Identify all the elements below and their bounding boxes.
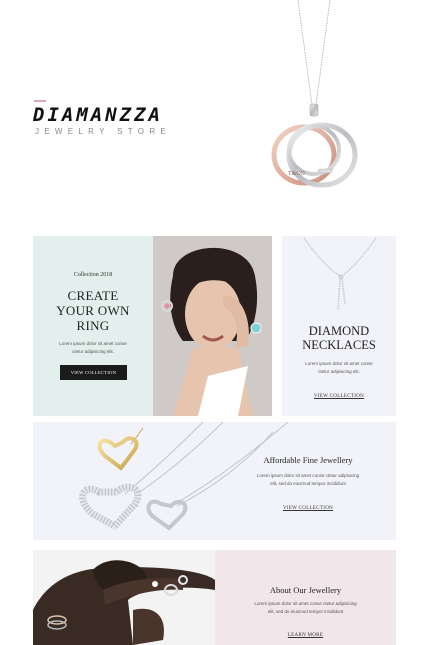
view-collection-link-afford[interactable]: VIEW COLLECTION — [243, 496, 373, 514]
promo-afford-card[interactable]: Affordable Fine Jewellery Lorem ipsum do… — [33, 422, 396, 540]
promo-afford-desc-line2: elit, sed do eiusmod tempor incididunt — [270, 481, 346, 486]
hero-pendant-image: T&CO — [271, 0, 358, 188]
promo-about-title: About Our Jewellery — [269, 585, 342, 595]
promo-ring-title: CREATE YOUR OWN RING — [33, 288, 153, 333]
brand-logo[interactable]: DIAMANZZA — [33, 104, 163, 126]
learn-more-link-label[interactable]: LEARN MORE — [288, 633, 323, 638]
promo-diamond-desc-line2: ctetur adipisicing elit. — [318, 369, 360, 374]
promo-diamond-title: DIAMOND NECKLACES — [282, 324, 396, 352]
diamond-necklace-image — [303, 237, 377, 311]
promo-ring-kicker: Collection 2018 — [73, 272, 113, 278]
promo-about-description: Lorem ipsum dolor sit amet conse ctetur … — [240, 600, 371, 616]
promo-ring-title-line2: YOUR OWN — [56, 303, 130, 318]
promo-diamond-title-line1: DIAMOND — [308, 324, 370, 338]
promo-ring-title-line3: RING — [76, 318, 110, 333]
learn-more-link[interactable]: LEARN MORE — [215, 623, 396, 641]
promo-ring-title-line1: CREATE — [67, 288, 119, 303]
view-collection-link-label[interactable]: VIEW COLLECTION — [314, 394, 364, 399]
promo-ring-description: Lorem ipsum dolor sit amet conse ctetur … — [51, 340, 135, 356]
promo-diamond-description: Lorem ipsum dolor sit amet conse ctetur … — [292, 360, 386, 376]
promo-about-desc-line2: elit, sed do eiusmod tempor incididunt — [267, 609, 344, 614]
view-collection-link-diamond[interactable]: VIEW COLLECTION — [282, 384, 396, 402]
promo-afford-desc-line1: Lorem ipsum dolor sit amet conse ctetur … — [256, 473, 360, 478]
logo-accent-bar — [34, 100, 46, 102]
model-portrait-image — [153, 236, 272, 416]
promo-afford-title: Affordable Fine Jewellery — [263, 455, 353, 465]
promo-about-desc-line1: Lorem ipsum dolor sit amet conse ctetur … — [254, 601, 357, 606]
promo-diamond-desc-line1: Lorem ipsum dolor sit amet conse — [305, 361, 373, 366]
promo-ring-card[interactable]: Collection 2018 CREATE YOUR OWN RING Lor… — [33, 236, 272, 416]
promo-ring-panel: Collection 2018 CREATE YOUR OWN RING Lor… — [33, 236, 153, 416]
promo-ring-desc-line2: ctetur adipisicing elit. — [72, 349, 114, 354]
model-arms-bracelets-image — [33, 550, 215, 645]
promo-ring-desc-line1: Lorem ipsum dolor sit amet conse — [59, 341, 127, 346]
promo-diamond-title-line2: NECKLACES — [302, 338, 376, 352]
promo-afford-description: Lorem ipsum dolor sit amet conse ctetur … — [243, 472, 373, 488]
promo-about-card[interactable]: About Our Jewellery Lorem ipsum dolor si… — [33, 550, 396, 645]
view-collection-button[interactable]: VIEW COLLECTION — [60, 365, 127, 380]
view-collection-link-label[interactable]: VIEW COLLECTION — [283, 506, 333, 511]
promo-diamond-card[interactable]: DIAMOND NECKLACES Lorem ipsum dolor sit … — [282, 236, 396, 416]
promo-about-panel: About Our Jewellery Lorem ipsum dolor si… — [215, 550, 396, 645]
pendant-engraving: T&CO — [288, 171, 305, 177]
brand-tagline: JEWELRY STORE — [35, 127, 172, 136]
